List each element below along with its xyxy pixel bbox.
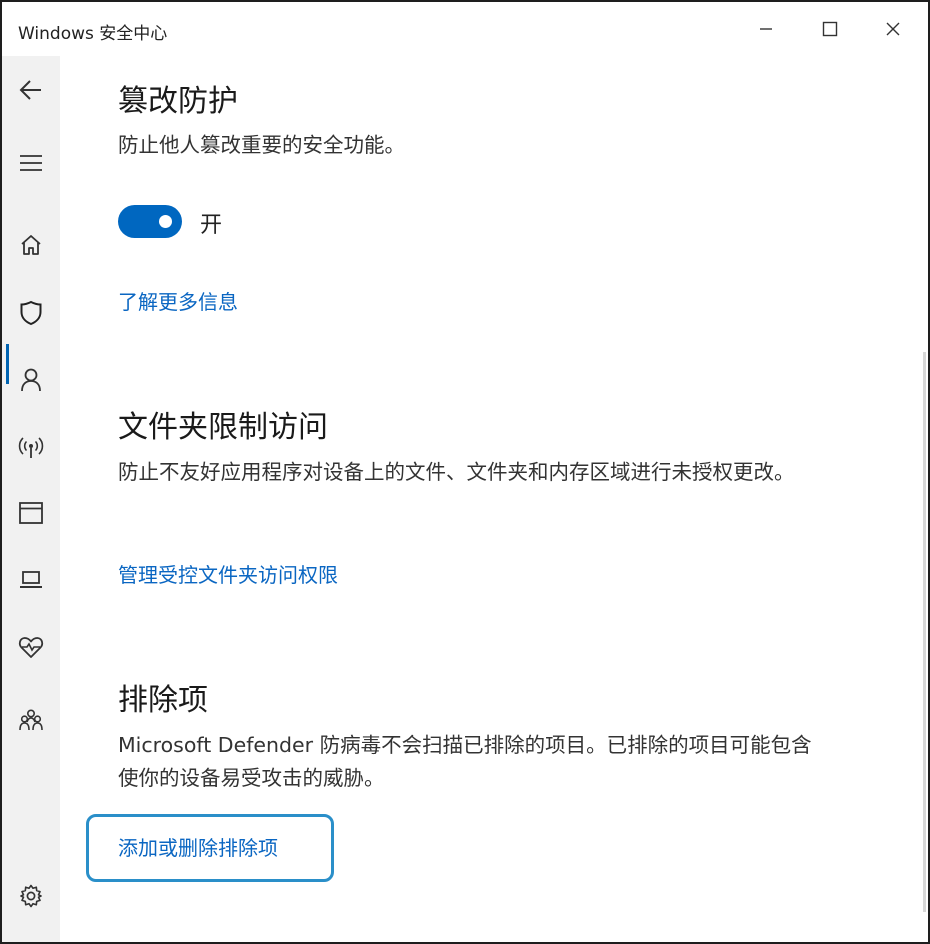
sidebar-item-app-browser[interactable]	[2, 491, 60, 535]
toggle-state-label: 开	[200, 213, 223, 238]
maximize-icon	[822, 21, 838, 37]
menu-button[interactable]	[2, 141, 60, 185]
person-icon	[21, 368, 41, 392]
add-remove-exclusions-link[interactable]: 添加或删除排除项	[118, 832, 278, 861]
learn-more-link[interactable]: 了解更多信息	[118, 286, 238, 315]
hamburger-menu-icon	[20, 155, 42, 171]
exclusions-desc: Microsoft Defender 防病毒不会扫描已排除的项目。已排除的项目可…	[118, 733, 812, 790]
back-button[interactable]	[2, 68, 60, 112]
exclusions-title: 排除项	[118, 683, 208, 718]
gear-icon	[20, 884, 42, 908]
toggle-knob	[159, 215, 172, 228]
sidebar-item-device-health[interactable]	[2, 625, 60, 669]
sidebar-item-firewall[interactable]	[2, 425, 60, 469]
window: Windows 安全中心 篡改防护 防止他人篡改重要的安全功能。 开 了解更多信…	[0, 0, 930, 944]
minimize-button[interactable]	[743, 10, 789, 48]
tamper-protection-toggle[interactable]	[118, 205, 182, 238]
laptop-icon	[20, 571, 42, 588]
sidebar-item-virus-protection[interactable]	[2, 291, 60, 335]
close-button[interactable]	[870, 10, 916, 48]
heart-pulse-icon	[18, 637, 44, 658]
sidebar-item-home[interactable]	[2, 223, 60, 267]
main-content: 篡改防护 防止他人篡改重要的安全功能。 开 了解更多信息 文件夹限制访问 防止不…	[60, 56, 928, 942]
scrollbar[interactable]	[923, 352, 926, 912]
sidebar-item-settings[interactable]	[2, 874, 60, 918]
home-icon	[21, 235, 41, 255]
tamper-protection-title: 篡改防护	[118, 84, 238, 119]
sidebar-item-family[interactable]	[2, 698, 60, 742]
manage-folder-access-link[interactable]: 管理受控文件夹访问权限	[118, 559, 338, 588]
controlled-folder-title: 文件夹限制访问	[118, 410, 328, 445]
maximize-button[interactable]	[807, 10, 853, 48]
window-title: Windows 安全中心	[18, 24, 168, 44]
back-arrow-icon	[19, 80, 41, 100]
tamper-protection-desc: 防止他人篡改重要的安全功能。	[118, 133, 405, 157]
sidebar	[2, 56, 60, 942]
app-browser-icon	[19, 502, 43, 524]
close-icon	[886, 22, 900, 36]
family-icon	[19, 709, 43, 731]
shield-icon	[20, 300, 42, 326]
controlled-folder-desc: 防止不友好应用程序对设备上的文件、文件夹和内存区域进行未授权更改。	[118, 460, 795, 484]
wifi-antenna-icon	[18, 437, 44, 458]
sidebar-item-account[interactable]	[2, 358, 60, 402]
minimize-icon	[760, 28, 772, 30]
sidebar-item-device-security[interactable]	[2, 558, 60, 602]
title-bar: Windows 安全中心	[2, 2, 928, 56]
